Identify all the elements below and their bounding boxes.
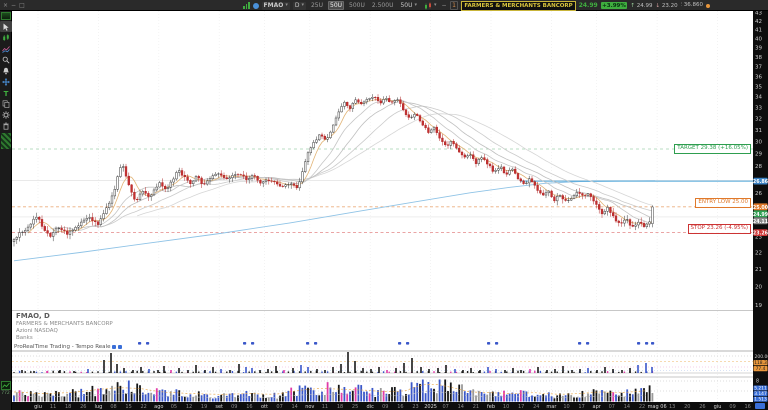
footer-icon [112, 345, 116, 349]
symbol-interval-label: FMAO, D [16, 312, 113, 320]
target-level-label[interactable]: TARGET 29.38 (+16.05%) [674, 144, 751, 154]
interval-selector[interactable]: D [293, 2, 306, 10]
unit-dropdown[interactable]: 50U [398, 2, 419, 10]
delete-button[interactable] [0, 120, 12, 131]
indicators-button[interactable] [0, 43, 12, 54]
pages-icon [2, 100, 10, 108]
symbol-info-block: FMAO, D FARMERS & MERCHANTS BANCORP Azio… [16, 312, 113, 342]
collapsed-tools-strip[interactable] [1, 133, 11, 149]
footer-text: ProRealTime Trading - Tempo Reale [14, 344, 110, 350]
last-price: 24.99 [579, 2, 598, 9]
cursor-tool-button[interactable] [0, 21, 12, 32]
compare-icon[interactable]: − [442, 2, 447, 9]
duplicate-button[interactable] [0, 98, 12, 109]
day-high: 24.99 [630, 3, 652, 9]
text-tool-button[interactable]: T [0, 87, 12, 98]
move-button[interactable] [0, 76, 12, 87]
performance-icon[interactable] [243, 2, 250, 9]
account-icon[interactable] [253, 3, 259, 9]
svg-text:T: T [3, 90, 8, 97]
chart-type-button[interactable] [422, 1, 439, 11]
candlestick-chart-icon [424, 2, 432, 10]
connection-status-icon [706, 4, 710, 8]
indicator-count-badge[interactable]: 1 [450, 1, 459, 10]
unit-2500u-button[interactable]: 2.500U [370, 1, 396, 10]
time-axis[interactable] [12, 402, 753, 410]
platform-logo [1, 381, 11, 390]
indicators-icon [2, 45, 10, 53]
trash-icon [2, 122, 10, 130]
entry-level-label[interactable]: ENTRY LOW 25.00 [695, 198, 751, 208]
zoom-button[interactable] [0, 54, 12, 65]
unit-50u-button[interactable]: 50U [328, 1, 344, 10]
drawing-toolbar: T 772 [0, 11, 12, 410]
exchange-label: Azioni NASDAQ [16, 328, 113, 334]
restore-icon[interactable]: □ [19, 2, 25, 9]
window-controls: × − □ [3, 0, 25, 11]
candlestick-tool-button[interactable] [0, 32, 12, 43]
close-icon[interactable]: × [3, 2, 8, 9]
cursor-icon [2, 23, 10, 31]
minimize-icon[interactable]: − [11, 2, 16, 9]
magnifier-icon [2, 56, 10, 64]
text-icon: T [2, 89, 10, 97]
chart-thumbnail-icon[interactable] [1, 12, 11, 20]
bars-count-label: 772 [1, 391, 10, 396]
instrument-name-box[interactable]: FARMERS & MERCHANTS BANCORP [461, 1, 575, 11]
move-icon [2, 78, 10, 86]
unit-500u-button[interactable]: 500U [347, 1, 367, 10]
symbol-selector[interactable]: FMAO [262, 2, 290, 10]
sector-label: Banks [16, 335, 113, 341]
platform-footer: ProRealTime Trading - Tempo Reale [14, 344, 122, 350]
settings-button[interactable] [0, 109, 12, 120]
footer-icon [118, 345, 122, 349]
price-axis[interactable] [753, 11, 768, 402]
axis-settings-button[interactable] [755, 403, 765, 409]
day-volume: 36.860 [681, 2, 703, 9]
day-low: 23.20 [655, 3, 677, 9]
app-window: × − □ FMAO D 25U 50U 500U 2.500U 50U − 1… [0, 0, 768, 410]
symbol-label: FMAO [264, 3, 284, 9]
alerts-button[interactable] [0, 65, 12, 76]
interval-label: D [295, 3, 300, 9]
stop-level-label[interactable]: STOP 23.26 (-4.95%) [688, 224, 752, 234]
gear-icon [2, 111, 10, 119]
instrument-fullname: FARMERS & MERCHANTS BANCORP [16, 321, 113, 327]
toolbar-controls: FMAO D 25U 50U 500U 2.500U 50U − 1 FARME… [243, 0, 710, 11]
top-toolbar: × − □ FMAO D 25U 50U 500U 2.500U 50U − 1… [0, 0, 768, 11]
unit-25u-button[interactable]: 25U [309, 1, 325, 10]
candles-icon [2, 34, 10, 42]
bell-icon [2, 67, 10, 75]
unit-dropdown-label: 50U [400, 3, 412, 9]
change-badge: +3.99% [601, 2, 628, 9]
